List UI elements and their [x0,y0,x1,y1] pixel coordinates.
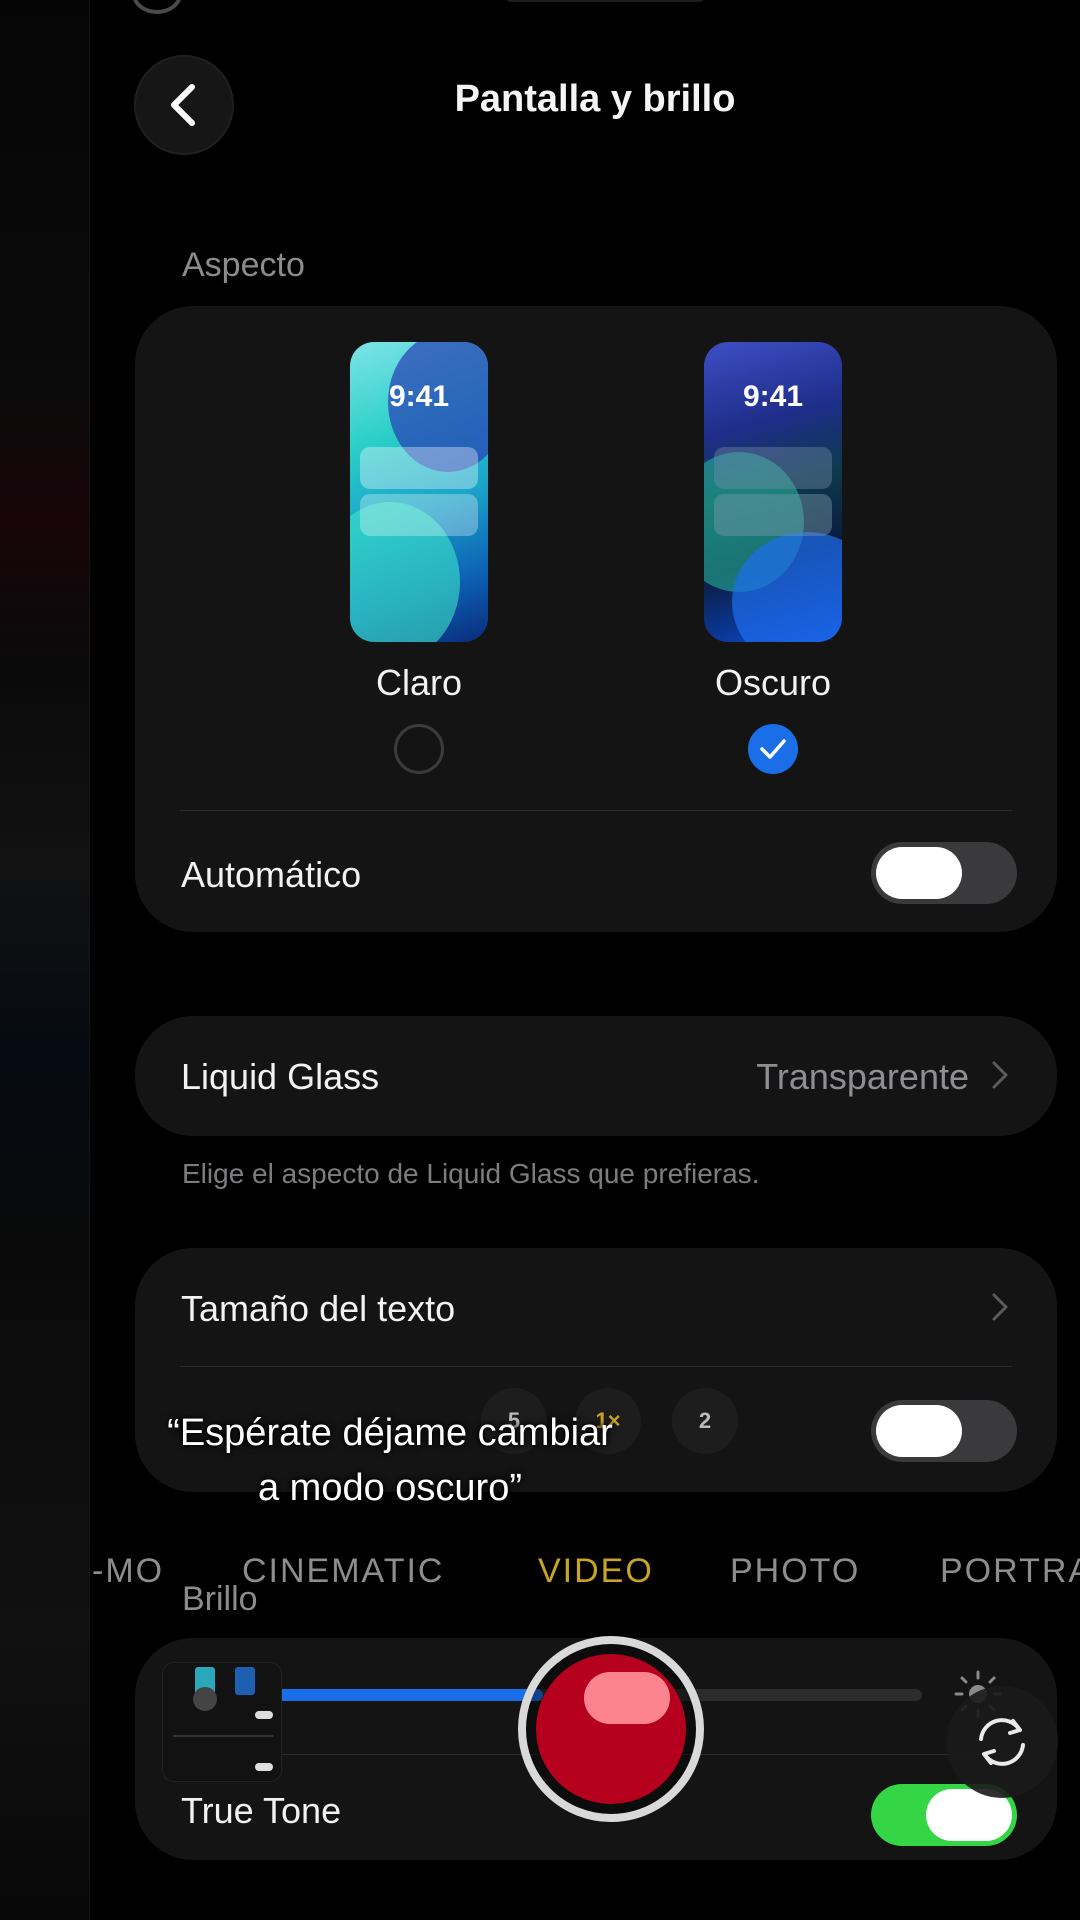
caption-line: “Espérate déjame cambiar [167,1412,613,1454]
preview-widget [360,494,478,536]
last-capture-thumbnail[interactable] [162,1662,282,1782]
status-bar-fragment [505,0,705,2]
page-title: Pantalla y brillo [454,78,736,120]
camera-mode[interactable]: PORTRA [940,1552,1080,1591]
dark-theme-preview[interactable]: 9:41 [704,342,842,642]
automatic-label: Automático [181,854,362,895]
preview-time-dark: 9:41 [742,380,804,413]
camera-mode[interactable]: PHOTO [730,1552,860,1591]
chevron-right-icon [992,1293,1008,1321]
liquid-glass-value: Transparente [756,1056,969,1097]
section-label-appearance: Aspecto [182,246,305,284]
bold-text-toggle[interactable] [871,1400,1017,1462]
search-icon [132,0,182,14]
brightness-slider-fill [268,1689,543,1701]
zoom-option[interactable]: 2 [672,1388,738,1454]
screen: Pantalla y brillo Aspecto 9:41 Claro 9:4… [0,0,1080,1920]
preview-time-light: 9:41 [388,380,450,413]
radio-dark[interactable] [748,724,798,774]
theme-label-dark: Oscuro [714,662,832,703]
text-size-label[interactable]: Tamaño del texto [181,1288,455,1330]
camera-mode-bar: -MO CINEMATIC VIDEO PHOTO PORTRA [0,1552,1080,1592]
radio-light[interactable] [394,724,444,774]
camera-mode-active[interactable]: VIDEO [538,1552,654,1591]
record-button-core [536,1654,686,1804]
checkmark-icon [760,739,786,759]
preview-widget [360,447,478,489]
flip-camera-button[interactable] [946,1686,1058,1798]
camera-mode[interactable]: -MO [92,1552,164,1591]
divider [180,810,1012,811]
liquid-glass-label: Liquid Glass [181,1056,380,1097]
toggle-knob [876,847,962,899]
record-button[interactable] [518,1636,704,1822]
toggle-knob [876,1405,962,1457]
left-edge-strip [0,0,90,1920]
liquid-glass-row[interactable]: Liquid Glass Transparente [135,1016,1057,1136]
preview-widget [714,494,832,536]
light-theme-preview[interactable]: 9:41 [350,342,488,642]
section-label-brightness: Brillo [182,1580,258,1618]
theme-label-light: Claro [375,662,463,703]
automatic-toggle[interactable] [871,842,1017,904]
preview-widget [714,447,832,489]
brightness-slider-knob [584,1672,670,1724]
divider [180,1366,1012,1367]
caption-line: a modo oscuro” [257,1467,522,1509]
liquid-glass-footnote: Elige el aspecto de Liquid Glass que pre… [182,1158,760,1189]
camera-mode[interactable]: CINEMATIC [242,1552,444,1591]
true-tone-label: True Tone [181,1790,342,1831]
appearance-card: 9:41 Claro 9:41 Oscuro Automático [135,306,1057,932]
video-caption: “Espérate déjame cambiar a modo oscuro” [120,1406,660,1516]
rotate-camera-icon [979,1718,1025,1766]
chevron-right-icon [992,1061,1008,1089]
